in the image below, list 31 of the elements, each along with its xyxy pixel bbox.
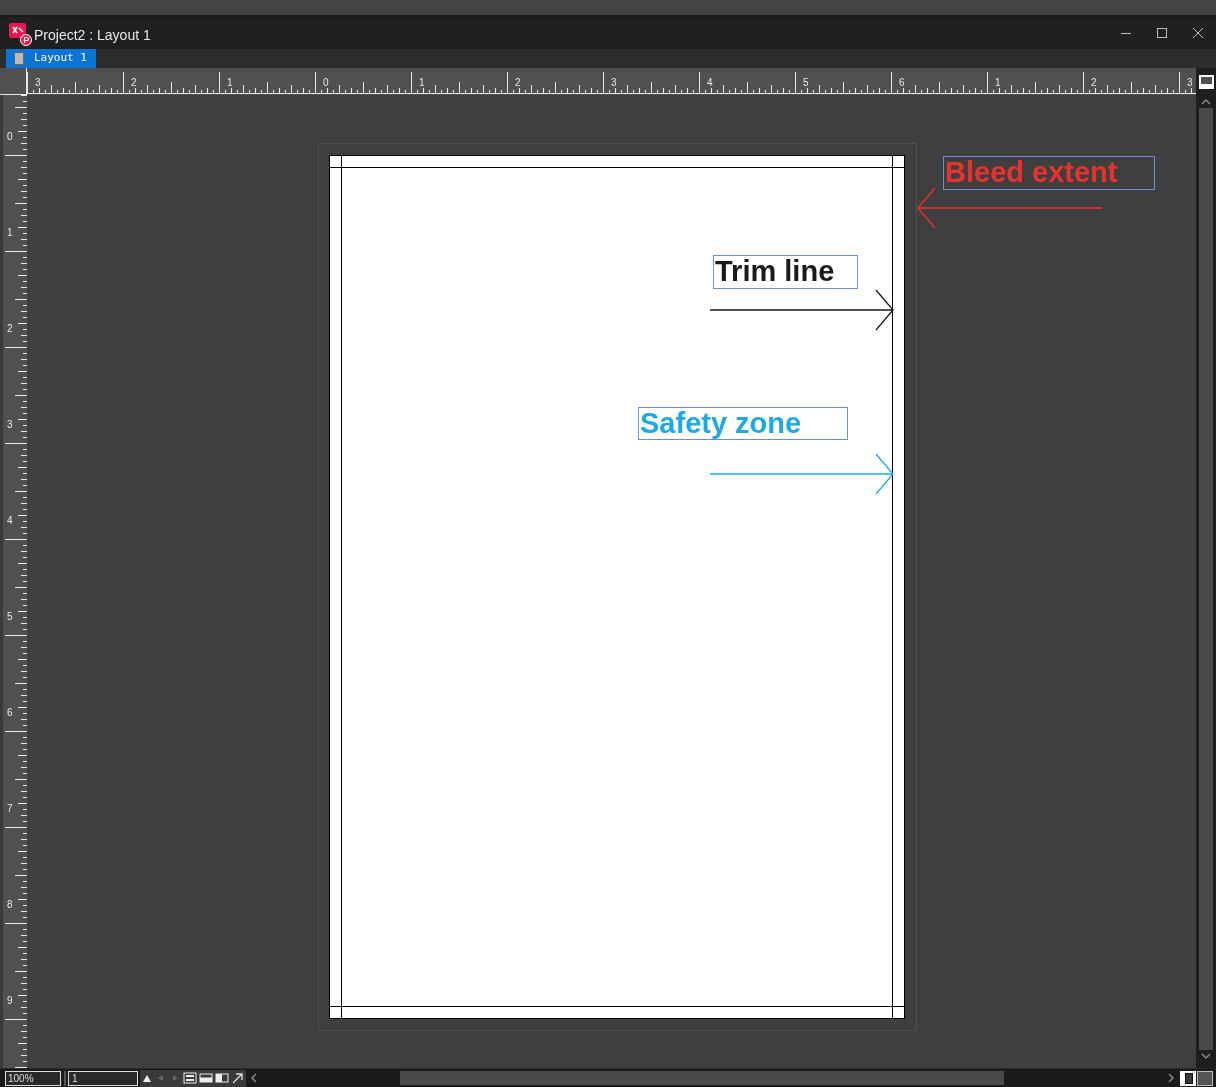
ruler-label: 3	[35, 77, 41, 88]
ruler-label: 1	[995, 77, 1001, 88]
layout-tab[interactable]: Layout 1	[6, 49, 96, 68]
annotation-label: Trim line	[715, 254, 835, 289]
ruler-label: 1	[227, 77, 233, 88]
text-frame[interactable]: Trim line	[713, 255, 858, 289]
ruler-label: 2	[131, 77, 137, 88]
ruler-label: 7	[7, 803, 13, 815]
ruler-label: 4	[707, 77, 713, 88]
annotation-label: Bleed extent	[945, 155, 1118, 190]
ruler-label: 3	[1187, 77, 1193, 88]
ruler-label: 3	[611, 77, 617, 88]
annotation-label: Safety zone	[640, 406, 802, 441]
ruler-label: 4	[7, 515, 13, 527]
ruler-label: 0	[323, 77, 329, 88]
ruler-label: 6	[7, 707, 13, 719]
ruler-label: 1	[7, 227, 13, 239]
zoom-field[interactable]: 100%	[5, 1070, 61, 1086]
ruler-label: 3	[7, 419, 13, 431]
ruler-label: 2	[7, 323, 13, 335]
ruler-label: 2	[1091, 77, 1097, 88]
window-title: Project2 : Layout 1	[34, 25, 151, 45]
ruler-label: 0	[7, 131, 13, 143]
ruler-label: 2	[515, 77, 521, 88]
ruler-label: 5	[803, 77, 809, 88]
ruler-label: 8	[7, 899, 13, 911]
ruler-label: 9	[7, 995, 13, 1007]
ruler-label: 6	[899, 77, 905, 88]
page-field[interactable]: 1	[68, 1070, 138, 1086]
ruler-label: 1	[419, 77, 425, 88]
ruler-label: 5	[7, 611, 13, 623]
